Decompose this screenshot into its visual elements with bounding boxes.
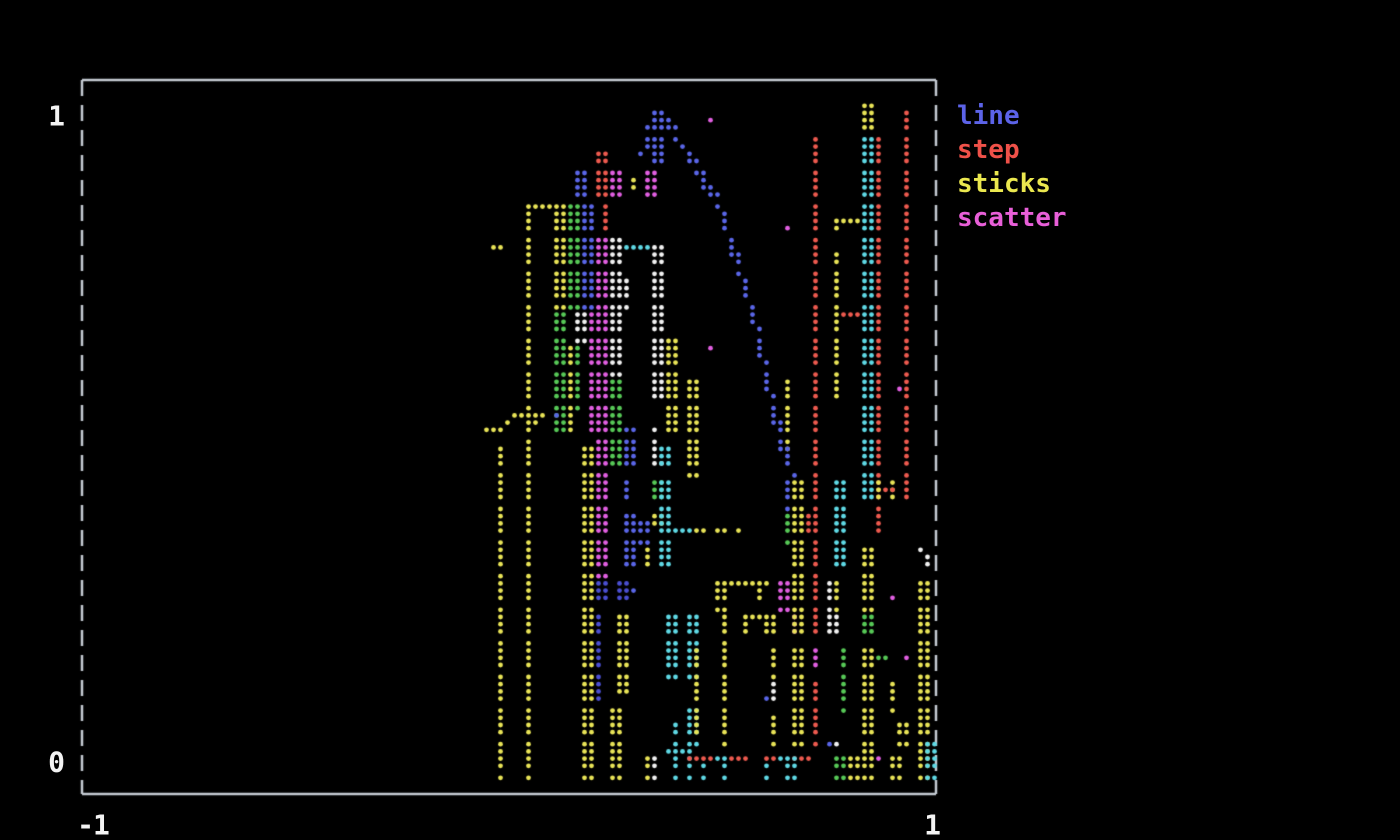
legend-item-step: step xyxy=(957,133,1067,167)
x-axis-tick-1: 1 xyxy=(924,809,940,840)
y-axis-tick-1: 1 xyxy=(48,100,64,133)
legend-item-line: line xyxy=(957,99,1067,133)
legend-item-scatter: scatter xyxy=(957,201,1067,235)
y-axis-tick-0: 0 xyxy=(48,746,64,779)
plot-canvas xyxy=(0,0,1400,840)
legend: line step sticks scatter xyxy=(957,99,1067,235)
legend-item-sticks: sticks xyxy=(957,167,1067,201)
x-axis-tick-neg1: -1 xyxy=(77,809,109,840)
terminal-plot-screen: 1 0 -1 1 line step sticks scatter xyxy=(0,0,1400,840)
